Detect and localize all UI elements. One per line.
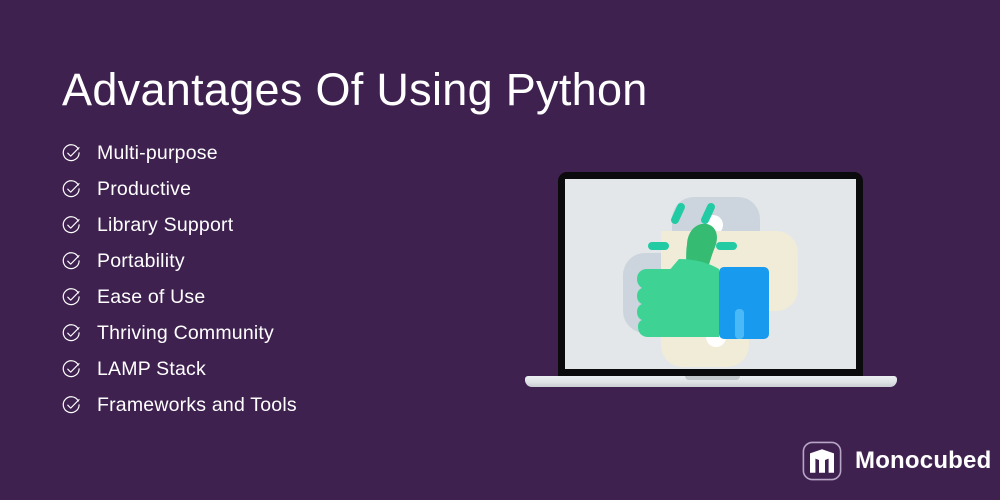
brand-logo: Monocubed (802, 440, 991, 482)
list-item: Portability (62, 243, 492, 279)
list-item: Library Support (62, 207, 492, 243)
laptop-lid (558, 172, 863, 377)
thumbs-up-icon (637, 203, 769, 339)
circle-check-icon (62, 179, 80, 197)
list-item-label: Frameworks and Tools (97, 393, 297, 416)
list-item: Frameworks and Tools (62, 387, 492, 423)
laptop-screen (565, 179, 856, 369)
monocubed-cube-logo-icon (802, 441, 842, 481)
circle-check-icon (62, 359, 80, 377)
list-item: Thriving Community (62, 315, 492, 351)
circle-check-icon (62, 287, 80, 305)
list-item: Ease of Use (62, 279, 492, 315)
list-item: Multi-purpose (62, 135, 492, 171)
list-item-label: Multi-purpose (97, 141, 218, 164)
laptop-thumbs-up-illustration (520, 165, 920, 395)
benefits-list: Multi-purpose Productive Library Support… (62, 135, 492, 423)
slide-canvas: Advantages Of Using Python Multi-purpose… (0, 0, 1000, 500)
list-item-label: Productive (97, 177, 192, 200)
list-item-label: Ease of Use (97, 285, 206, 308)
circle-check-icon (62, 395, 80, 413)
list-item: Productive (62, 171, 492, 207)
list-item-label: LAMP Stack (97, 357, 206, 380)
page-title: Advantages Of Using Python (62, 64, 648, 115)
circle-check-icon (62, 215, 80, 233)
circle-check-icon (62, 251, 80, 269)
circle-check-icon (62, 143, 80, 161)
list-item-label: Library Support (97, 213, 234, 236)
list-item: LAMP Stack (62, 351, 492, 387)
list-item-label: Portability (97, 249, 185, 272)
list-item-label: Thriving Community (97, 321, 274, 344)
circle-check-icon (62, 323, 80, 341)
laptop-trackpad-notch (685, 376, 740, 380)
brand-name: Monocubed (855, 447, 992, 474)
